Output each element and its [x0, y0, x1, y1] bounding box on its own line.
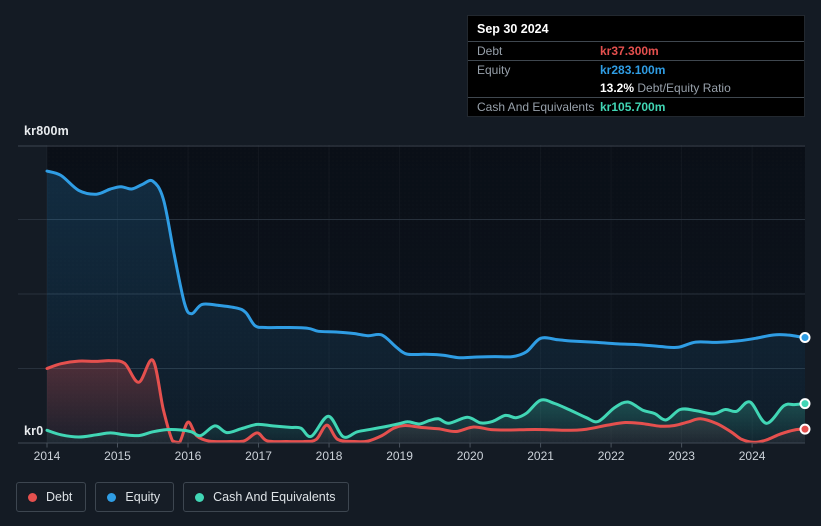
legend: Debt Equity Cash And Equivalents [16, 482, 350, 512]
x-axis-label-2016: 2016 [174, 449, 202, 463]
legend-item-cash[interactable]: Cash And Equivalents [183, 482, 350, 512]
debt-equity-chart-page: kr800m kr0 2014 2015 2016 2017 2018 2019 2020 2… [0, 0, 821, 526]
tooltip-row-debt: Debt kr37.300m [468, 41, 804, 60]
x-axis: 2014 2015 2016 2017 2018 2019 2020 2021 2022 2023… [0, 449, 821, 465]
tooltip-date: Sep 30 2024 [477, 22, 549, 36]
x-axis-label-2023: 2023 [668, 449, 695, 463]
legend-item-equity[interactable]: Equity [95, 482, 175, 512]
cash-end-marker[interactable] [799, 398, 811, 410]
y-axis-min-label: kr0 [24, 424, 44, 438]
tooltip-equity-value: kr283.100m [600, 63, 666, 77]
tooltip-debt-value: kr37.300m [600, 44, 659, 58]
y-axis-max-label: kr800m [24, 124, 69, 138]
legend-item-debt[interactable]: Debt [16, 482, 87, 512]
cash-dot-icon [195, 492, 205, 502]
tooltip-ratio-value: 13.2% [600, 81, 635, 95]
tooltip-cash-value: kr105.700m [600, 100, 666, 114]
x-axis-label-2022: 2022 [597, 449, 625, 463]
tooltip: Sep 30 2024 Debt kr37.300m Equity kr283.… [467, 15, 805, 117]
tooltip-cash-label: Cash And Equivalents [477, 100, 595, 114]
legend-equity-label: Equity [125, 490, 161, 504]
x-axis-label-2015: 2015 [104, 449, 131, 463]
x-axis-label-2018: 2018 [315, 449, 343, 463]
tooltip-ratio-label: Debt/Equity Ratio [637, 81, 731, 95]
x-axis-label-2020: 2020 [456, 449, 484, 463]
legend-cash-label: Cash And Equivalents [213, 490, 336, 504]
x-axis-label-2014: 2014 [33, 449, 61, 463]
legend-debt-label: Debt [46, 490, 73, 504]
tooltip-equity-label: Equity [477, 63, 511, 77]
x-axis-label-2021: 2021 [527, 449, 554, 463]
x-axis-label-2017: 2017 [245, 449, 272, 463]
tooltip-row-equity: Equity kr283.100m [468, 60, 804, 79]
x-axis-label-2019: 2019 [386, 449, 413, 463]
x-axis-label-2024: 2024 [738, 449, 766, 463]
equity-dot-icon [107, 492, 117, 502]
tooltip-row-cash: Cash And Equivalents kr105.700m [468, 97, 804, 116]
tooltip-ratio: 13.2% Debt/Equity Ratio [600, 81, 731, 95]
tooltip-row-ratio: 13.2% Debt/Equity Ratio [468, 79, 804, 97]
debt-dot-icon [28, 492, 37, 502]
tooltip-debt-label: Debt [477, 44, 503, 58]
equity-end-marker[interactable] [799, 332, 811, 344]
debt-end-marker[interactable] [799, 423, 811, 435]
